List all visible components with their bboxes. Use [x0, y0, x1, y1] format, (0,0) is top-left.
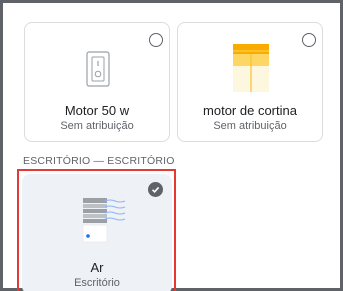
select-radio[interactable] [149, 33, 163, 47]
device-name: motor de cortina [203, 103, 297, 118]
curtain-icon [233, 44, 269, 92]
device-name: Motor 50 w [64, 103, 130, 118]
wall-switch-icon [86, 51, 110, 87]
section-header: ESCRITÓRIO — ESCRITÓRIO [23, 155, 175, 167]
select-radio[interactable] [302, 33, 316, 47]
device-room: Sem atribuição [213, 120, 287, 132]
selection-highlight [17, 169, 176, 291]
device-card-motor-50w[interactable]: Motor 50 w Sem atribuição [24, 22, 170, 142]
device-card-motor-de-cortina[interactable]: motor de cortina Sem atribuição [177, 22, 323, 142]
device-room: Sem atribuição [60, 120, 134, 132]
